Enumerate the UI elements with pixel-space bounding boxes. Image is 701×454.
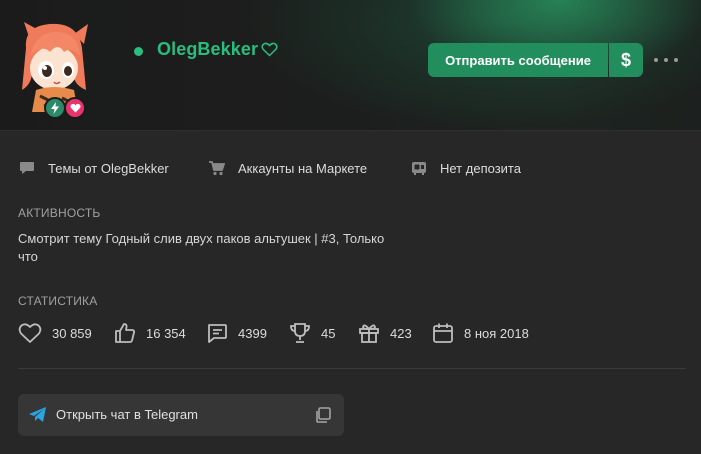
stat-value: 16 354 [146, 325, 186, 341]
user-threads-link[interactable]: Темы от OlegBekker [18, 157, 169, 179]
message-icon [208, 324, 227, 343]
chat-bubble-icon [20, 162, 34, 174]
gift-icon [359, 324, 379, 343]
stat-gifts: 423 [358, 319, 412, 347]
profile-header: OlegBekker Отправить сообщение $ [0, 0, 701, 131]
copy-icon[interactable] [314, 406, 332, 424]
activity-line-2: что [18, 249, 38, 264]
stat-value: 4399 [238, 325, 267, 341]
thumbs-up-icon [115, 323, 135, 343]
calendar-icon [433, 323, 453, 343]
stat-value: 423 [390, 325, 412, 341]
heart-icon [18, 323, 42, 343]
dot-icon [664, 58, 668, 62]
stat-value: 45 [321, 325, 336, 341]
stat-likes: 30 859 [18, 319, 92, 347]
online-status-icon [134, 47, 143, 56]
cart-icon [209, 161, 226, 176]
divider [18, 368, 686, 369]
activity-title: АКТИВНОСТЬ [18, 206, 101, 220]
favorite-heart-icon[interactable] [261, 42, 278, 62]
bolt-badge-icon [44, 97, 66, 119]
stats-title: СТАТИСТИКА [18, 294, 98, 308]
stat-trophies: 45 [289, 319, 335, 347]
stat-messages: 4399 [206, 319, 267, 347]
activity-status[interactable]: Смотрит тему Годный слив двух паков альт… [18, 230, 418, 266]
stat-value: 30 859 [52, 325, 92, 341]
stat-value: 8 ноя 2018 [464, 325, 529, 341]
deposit-link[interactable]: Нет депозита [410, 157, 521, 179]
send-message-button[interactable]: Отправить сообщение [428, 43, 608, 77]
link-label: Аккаунты на Маркете [238, 160, 368, 176]
activity-line-1: Смотрит тему Годный слив двух паков альт… [18, 231, 385, 246]
telegram-label: Открыть чат в Telegram [56, 407, 198, 422]
market-accounts-link[interactable]: Аккаунты на Маркете [208, 157, 367, 179]
stat-reactions: 16 354 [114, 319, 186, 347]
send-money-button[interactable]: $ [609, 43, 643, 77]
deposit-icon [412, 162, 426, 175]
stat-registered: 8 ноя 2018 [432, 319, 529, 347]
telegram-chat-button[interactable]: Открыть чат в Telegram [18, 394, 344, 436]
dot-icon [654, 58, 658, 62]
more-options-button[interactable] [654, 50, 678, 70]
dot-icon [674, 58, 678, 62]
link-label: Нет депозита [440, 160, 521, 176]
telegram-icon [29, 407, 46, 422]
link-label: Темы от OlegBekker [48, 160, 169, 176]
username[interactable]: OlegBekker [157, 39, 258, 60]
trophy-icon [290, 323, 310, 343]
heart-badge-icon [64, 97, 86, 119]
